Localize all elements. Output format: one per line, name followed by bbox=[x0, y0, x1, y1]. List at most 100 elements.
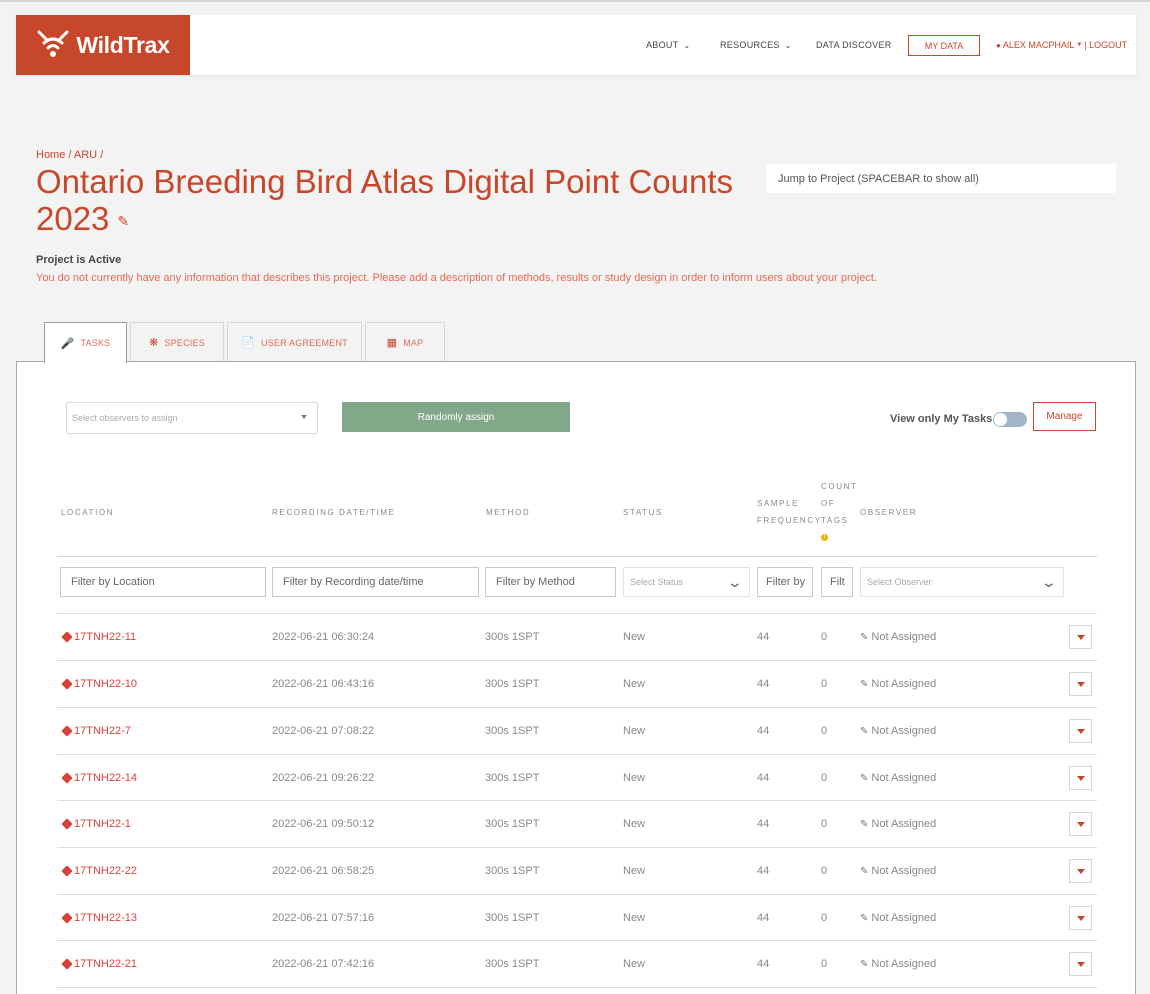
jump-to-project-input[interactable] bbox=[766, 164, 1116, 193]
caret-down-icon bbox=[1076, 821, 1085, 827]
row-actions-dropdown[interactable] bbox=[1069, 859, 1092, 883]
paw-icon: ❋ bbox=[149, 337, 159, 349]
tag-icon bbox=[61, 631, 73, 643]
tab-species[interactable]: ❋ SPECIES bbox=[130, 322, 224, 362]
table-row: 17TNH22-13 2022-06-21 07:57:16 300s 1SPT… bbox=[57, 894, 1097, 941]
header-method[interactable]: METHOD bbox=[486, 504, 530, 521]
observer-name: Not Assigned bbox=[871, 631, 937, 643]
observer-cell[interactable]: ✎ Not Assigned bbox=[860, 631, 936, 643]
my-data-button[interactable]: MY DATA bbox=[908, 35, 980, 56]
tab-tasks[interactable]: 🎤 TASKS bbox=[44, 322, 127, 363]
observer-cell[interactable]: ✎ Not Assigned bbox=[860, 958, 936, 970]
caret-down-icon bbox=[1076, 728, 1085, 734]
manage-button[interactable]: Manage bbox=[1033, 402, 1096, 431]
method: 300s 1SPT bbox=[485, 772, 540, 784]
wildtrax-logo[interactable]: WildTrax bbox=[16, 15, 190, 75]
sample-frequency: 44 bbox=[757, 958, 770, 970]
location-text: 17TNH22-22 bbox=[74, 865, 137, 877]
nav-about[interactable]: ABOUT ⌄ bbox=[646, 40, 691, 50]
header-count-line2: OF bbox=[821, 499, 836, 508]
location-link[interactable]: 17TNH22-11 bbox=[61, 631, 136, 643]
user-menu[interactable]: ● ALEX MACPHAIL ▼ | LOGOUT bbox=[996, 40, 1127, 50]
user-name[interactable]: ALEX MACPHAIL bbox=[1003, 40, 1075, 50]
row-actions-dropdown[interactable] bbox=[1069, 812, 1092, 836]
location-text: 17TNH22-21 bbox=[74, 958, 137, 970]
table-row: 17TNH22-14 2022-06-21 09:26:22 300s 1SPT… bbox=[57, 754, 1097, 801]
caret-down-icon bbox=[1076, 681, 1085, 687]
location-link[interactable]: 17TNH22-13 bbox=[61, 912, 137, 924]
breadcrumb-separator: / bbox=[65, 149, 74, 161]
header-observer[interactable]: OBSERVER bbox=[860, 504, 917, 521]
pencil-edit-icon[interactable]: ✎ bbox=[117, 203, 129, 240]
tag-icon bbox=[61, 818, 73, 830]
status: New bbox=[623, 958, 646, 970]
randomly-assign-button[interactable]: Randomly assign bbox=[342, 402, 570, 432]
filter-status-select[interactable]: Select Status ⌄ bbox=[623, 567, 750, 597]
filter-method-input[interactable] bbox=[485, 567, 616, 597]
location-link[interactable]: 17TNH22-14 bbox=[61, 772, 137, 784]
breadcrumb-aru[interactable]: ARU bbox=[74, 149, 97, 161]
observer-cell[interactable]: ✎ Not Assigned bbox=[860, 678, 936, 690]
location-link[interactable]: 17TNH22-21 bbox=[61, 958, 137, 970]
row-actions-dropdown[interactable] bbox=[1069, 906, 1092, 930]
logout-link[interactable]: | LOGOUT bbox=[1084, 40, 1127, 50]
pencil-icon: ✎ bbox=[860, 631, 869, 643]
row-actions-dropdown[interactable] bbox=[1069, 672, 1092, 696]
row-actions-dropdown[interactable] bbox=[1069, 952, 1092, 976]
observers-select[interactable]: Select observers to assign bbox=[66, 402, 318, 434]
nav-data-discover[interactable]: DATA DISCOVER bbox=[816, 40, 892, 50]
tab-map[interactable]: ▦ MAP bbox=[365, 322, 445, 362]
info-icon[interactable]: i bbox=[821, 534, 828, 541]
chevron-down-icon: ⌄ bbox=[1040, 574, 1058, 590]
header-count-line3: TAGS bbox=[821, 516, 849, 525]
tab-user-agreement[interactable]: 📄 USER AGREEMENT bbox=[227, 322, 362, 362]
header-sample-frequency[interactable]: SAMPLE FREQUENCY bbox=[757, 495, 822, 529]
observer-name: Not Assigned bbox=[871, 958, 937, 970]
filter-sample-input[interactable] bbox=[757, 567, 813, 597]
page-title-block: Ontario Breeding Bird Atlas Digital Poin… bbox=[36, 163, 756, 240]
caret-down-icon bbox=[1076, 915, 1085, 921]
filter-count-input[interactable] bbox=[821, 567, 853, 597]
sample-frequency: 44 bbox=[757, 678, 770, 690]
status: New bbox=[623, 772, 646, 784]
location-text: 17TNH22-14 bbox=[74, 772, 137, 784]
filter-recording-input[interactable] bbox=[272, 567, 479, 597]
caret-down-icon: ▼ bbox=[1076, 42, 1083, 48]
row-actions-dropdown[interactable] bbox=[1069, 766, 1092, 790]
observer-cell[interactable]: ✎ Not Assigned bbox=[860, 865, 936, 877]
header-location[interactable]: LOCATION bbox=[61, 504, 114, 521]
project-description: You do not currently have any informatio… bbox=[36, 272, 877, 284]
my-tasks-toggle[interactable] bbox=[993, 412, 1027, 427]
recording-datetime: 2022-06-21 07:42:16 bbox=[272, 958, 375, 970]
row-actions-dropdown[interactable] bbox=[1069, 625, 1092, 649]
filter-observer-select[interactable]: Select Observer ⌄ bbox=[860, 567, 1064, 597]
nav-resources[interactable]: RESOURCES ⌄ bbox=[720, 40, 792, 50]
location-text: 17TNH22-7 bbox=[74, 725, 131, 737]
table-row: 17TNH22-10 2022-06-21 06:43:16 300s 1SPT… bbox=[57, 660, 1097, 707]
location-link[interactable]: 17TNH22-7 bbox=[61, 725, 131, 737]
filter-observer-placeholder: Select Observer bbox=[867, 577, 932, 587]
location-link[interactable]: 17TNH22-22 bbox=[61, 865, 137, 877]
location-link[interactable]: 17TNH22-10 bbox=[61, 678, 137, 690]
status: New bbox=[623, 631, 646, 643]
header-recording-datetime[interactable]: RECORDING DATE/TIME bbox=[272, 504, 396, 521]
observer-cell[interactable]: ✎ Not Assigned bbox=[860, 912, 936, 924]
recording-datetime: 2022-06-21 06:58:25 bbox=[272, 865, 375, 877]
filter-location-input[interactable] bbox=[60, 567, 266, 597]
observer-cell[interactable]: ✎ Not Assigned bbox=[860, 772, 936, 784]
fox-logo-icon bbox=[37, 30, 69, 57]
observer-cell[interactable]: ✎ Not Assigned bbox=[860, 818, 936, 830]
table-row: 17TNH22-7 2022-06-21 07:08:22 300s 1SPT … bbox=[57, 707, 1097, 754]
caret-down-icon bbox=[301, 415, 307, 419]
row-actions-dropdown[interactable] bbox=[1069, 719, 1092, 743]
observer-name: Not Assigned bbox=[871, 818, 937, 830]
filter-status-placeholder: Select Status bbox=[630, 577, 684, 587]
tab-label: SPECIES bbox=[164, 337, 205, 348]
header-status[interactable]: STATUS bbox=[623, 504, 663, 521]
breadcrumb-home[interactable]: Home bbox=[36, 149, 65, 161]
observer-name: Not Assigned bbox=[871, 912, 937, 924]
header-count-of-tags[interactable]: COUNT OF TAGS i bbox=[821, 478, 857, 543]
sample-frequency: 44 bbox=[757, 631, 770, 643]
location-link[interactable]: 17TNH22-1 bbox=[61, 818, 131, 830]
observer-cell[interactable]: ✎ Not Assigned bbox=[860, 725, 936, 737]
